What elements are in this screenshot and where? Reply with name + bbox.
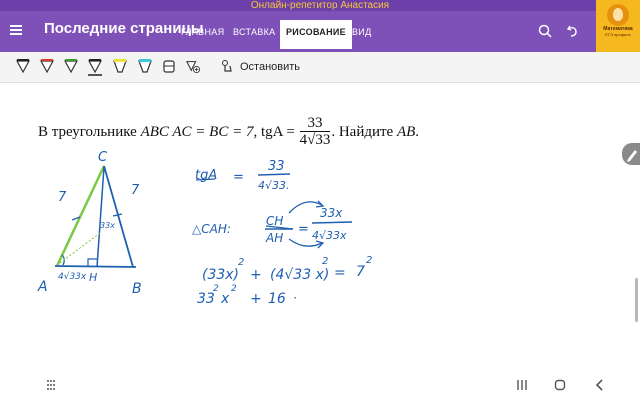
- segment-ch-label: 33x: [100, 221, 115, 230]
- equation1-power-2: 2: [322, 256, 328, 267]
- vertex-a-label: A: [37, 279, 48, 295]
- brand-subtitle: ЕГЭ профиль: [605, 32, 631, 37]
- pencil-icon: [627, 150, 637, 162]
- equation1-term-b: (4√33 x): [270, 267, 329, 283]
- equation2-power-a: 2: [213, 284, 219, 294]
- tab-view[interactable]: ВИД: [352, 27, 371, 37]
- cah-label: △CAH:: [192, 222, 231, 236]
- ratio-right-denominator: 4√33x: [312, 229, 347, 242]
- tg-left: tgA: [195, 168, 217, 183]
- side-bc: [103, 165, 134, 268]
- side-ab: [54, 265, 137, 268]
- pen-green-icon[interactable]: [64, 58, 78, 74]
- equation2-power-x: 2: [231, 284, 237, 294]
- tab-home[interactable]: ГЛАВНАЯ: [181, 27, 224, 37]
- touch-draw-icon[interactable]: [221, 59, 233, 73]
- page-title[interactable]: Последние страницы: [44, 20, 204, 37]
- scrollbar[interactable]: [635, 278, 638, 322]
- pen-red-icon[interactable]: [40, 58, 54, 74]
- equation1-power-1: 2: [238, 257, 244, 268]
- tg-eq: =: [233, 170, 244, 185]
- vertex-h-label: H: [89, 271, 97, 284]
- keyboard-dots-icon[interactable]: [46, 379, 56, 391]
- equation2-term-b: 16: [268, 291, 286, 307]
- ratio-numerator: CH: [266, 214, 283, 228]
- vertex-b-label: B: [132, 281, 142, 297]
- altitude-ch: [96, 166, 105, 268]
- stop-drawing-button[interactable]: Остановить: [240, 61, 300, 73]
- side-ac-highlight: [55, 165, 106, 267]
- ratio-eq: =: [298, 222, 309, 237]
- highlighter-cyan-icon[interactable]: [138, 58, 152, 74]
- eraser-icon[interactable]: [162, 58, 176, 74]
- tutor-avatar-icon: [607, 4, 629, 26]
- tab-draw[interactable]: РИСОВАНИЕ: [280, 20, 352, 52]
- segment-ah-label: 4√33x: [58, 271, 87, 282]
- side-bc-label: 7: [131, 183, 140, 198]
- back-icon[interactable]: [594, 379, 606, 391]
- equation1-eq: =: [334, 265, 346, 281]
- recent-apps-icon[interactable]: [516, 379, 528, 391]
- equation2-dot: ·: [293, 291, 297, 305]
- pen-selected-icon[interactable]: [88, 58, 102, 76]
- side-ac-label: 7: [58, 190, 67, 205]
- highlighter-yellow-icon[interactable]: [113, 58, 127, 74]
- pen-black-icon[interactable]: [16, 58, 30, 74]
- undo-icon[interactable]: [565, 23, 581, 39]
- brand-logo: Математика ЕГЭ профиль: [596, 0, 640, 52]
- tab-insert[interactable]: ВСТАВКА: [233, 27, 275, 37]
- equation1-term-a: (33x): [202, 267, 239, 283]
- ratio-right-numerator: 33x: [320, 206, 343, 220]
- fraction-bar-1: [257, 173, 291, 176]
- menu-icon[interactable]: [10, 25, 22, 35]
- window-title: Онлайн-репетитор Анастасия: [0, 0, 640, 11]
- search-icon[interactable]: [537, 23, 553, 39]
- ratio-denominator: AH: [265, 231, 283, 245]
- equation1-power-3: 2: [366, 255, 372, 266]
- note-canvas[interactable]: В треугольнике ABC AC = BC = 7, tgA = 33…: [0, 83, 640, 370]
- handwriting-layer: C A B H 7 7 4√33x 33x tgA = 33 4√33. △CA…: [37, 150, 372, 307]
- home-icon[interactable]: [554, 379, 566, 391]
- tg-numerator: 33: [268, 159, 285, 174]
- floating-pen-button[interactable]: [622, 143, 640, 165]
- vertex-c-label: C: [98, 150, 108, 165]
- equation2-plus: +: [250, 291, 262, 307]
- fraction-bar-3: [311, 221, 353, 224]
- drawing-toolbar: Остановить: [0, 52, 640, 83]
- add-pen-icon[interactable]: [186, 58, 200, 74]
- tg-denominator: 4√33.: [258, 179, 290, 192]
- app-bar: Последние страницы ГЛАВНАЯ ВСТАВКА РИСОВ…: [0, 11, 596, 52]
- system-nav-bar: [0, 370, 640, 400]
- equation2-x: x: [220, 291, 230, 307]
- equation1-plus: +: [250, 267, 262, 283]
- equation1-rhs: 7: [356, 264, 365, 280]
